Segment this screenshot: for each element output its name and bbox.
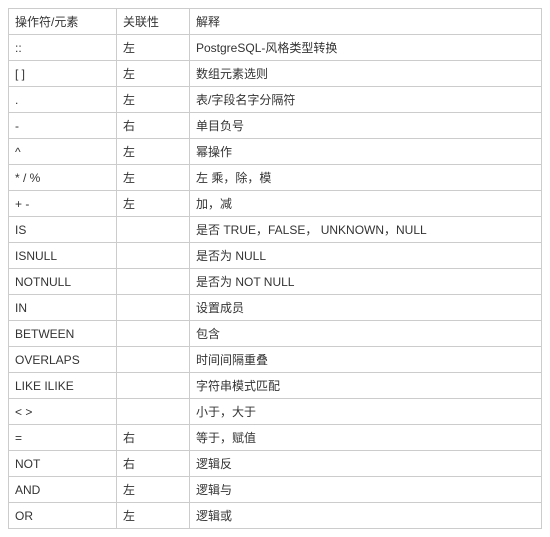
cell-associativity: 左 bbox=[117, 191, 190, 217]
cell-description: 表/字段名字分隔符 bbox=[190, 87, 542, 113]
cell-associativity bbox=[117, 347, 190, 373]
cell-associativity: 左 bbox=[117, 165, 190, 191]
table-row: IS 是否 TRUE，FALSE， UNKNOWN，NULL bbox=[9, 217, 542, 243]
cell-associativity: 左 bbox=[117, 139, 190, 165]
cell-operator: OVERLAPS bbox=[9, 347, 117, 373]
table-row: BETWEEN 包含 bbox=[9, 321, 542, 347]
cell-description: 数组元素选则 bbox=[190, 61, 542, 87]
cell-operator: ^ bbox=[9, 139, 117, 165]
cell-operator: IS bbox=[9, 217, 117, 243]
cell-associativity: 右 bbox=[117, 113, 190, 139]
cell-description: 是否 TRUE，FALSE， UNKNOWN，NULL bbox=[190, 217, 542, 243]
cell-description: 幂操作 bbox=[190, 139, 542, 165]
cell-associativity bbox=[117, 321, 190, 347]
cell-description: 包含 bbox=[190, 321, 542, 347]
cell-description: 逻辑或 bbox=[190, 503, 542, 529]
cell-associativity bbox=[117, 373, 190, 399]
cell-description: PostgreSQL-风格类型转换 bbox=[190, 35, 542, 61]
header-operator: 操作符/元素 bbox=[9, 9, 117, 35]
cell-operator: = bbox=[9, 425, 117, 451]
cell-operator: BETWEEN bbox=[9, 321, 117, 347]
cell-description: 小于，大于 bbox=[190, 399, 542, 425]
table-row: ^左幂操作 bbox=[9, 139, 542, 165]
cell-description: 时间间隔重叠 bbox=[190, 347, 542, 373]
cell-associativity: 右 bbox=[117, 425, 190, 451]
cell-description: 字符串模式匹配 bbox=[190, 373, 542, 399]
table-row: NOT右逻辑反 bbox=[9, 451, 542, 477]
table-row: [ ]左数组元素选则 bbox=[9, 61, 542, 87]
cell-associativity bbox=[117, 217, 190, 243]
cell-associativity: 左 bbox=[117, 477, 190, 503]
cell-operator: < > bbox=[9, 399, 117, 425]
cell-operator: OR bbox=[9, 503, 117, 529]
header-description: 解释 bbox=[190, 9, 542, 35]
table-row: LIKE ILIKE 字符串模式匹配 bbox=[9, 373, 542, 399]
cell-operator: :: bbox=[9, 35, 117, 61]
cell-description: 单目负号 bbox=[190, 113, 542, 139]
cell-description: 逻辑与 bbox=[190, 477, 542, 503]
cell-description: 设置成员 bbox=[190, 295, 542, 321]
cell-operator: * / % bbox=[9, 165, 117, 191]
cell-operator: [ ] bbox=[9, 61, 117, 87]
table-row: < > 小于，大于 bbox=[9, 399, 542, 425]
cell-description: 逻辑反 bbox=[190, 451, 542, 477]
table-row: =右等于，赋值 bbox=[9, 425, 542, 451]
table-row: + -左加，减 bbox=[9, 191, 542, 217]
cell-operator: + - bbox=[9, 191, 117, 217]
table-row: -右单目负号 bbox=[9, 113, 542, 139]
cell-operator: . bbox=[9, 87, 117, 113]
cell-associativity bbox=[117, 399, 190, 425]
table-row: AND左逻辑与 bbox=[9, 477, 542, 503]
header-associativity: 关联性 bbox=[117, 9, 190, 35]
table-row: OR左逻辑或 bbox=[9, 503, 542, 529]
cell-description: 左 乘，除，模 bbox=[190, 165, 542, 191]
cell-operator: NOT bbox=[9, 451, 117, 477]
table-row: IN 设置成员 bbox=[9, 295, 542, 321]
cell-associativity: 左 bbox=[117, 35, 190, 61]
cell-description: 等于，赋值 bbox=[190, 425, 542, 451]
table-header-row: 操作符/元素 关联性 解释 bbox=[9, 9, 542, 35]
table-row: ISNULL 是否为 NULL bbox=[9, 243, 542, 269]
cell-associativity bbox=[117, 243, 190, 269]
cell-operator: ISNULL bbox=[9, 243, 117, 269]
cell-operator: NOTNULL bbox=[9, 269, 117, 295]
cell-operator: AND bbox=[9, 477, 117, 503]
cell-operator: IN bbox=[9, 295, 117, 321]
cell-associativity: 左 bbox=[117, 87, 190, 113]
cell-associativity: 右 bbox=[117, 451, 190, 477]
table-row: .左表/字段名字分隔符 bbox=[9, 87, 542, 113]
table-row: ::左PostgreSQL-风格类型转换 bbox=[9, 35, 542, 61]
cell-associativity bbox=[117, 295, 190, 321]
cell-associativity bbox=[117, 269, 190, 295]
table-row: NOTNULL 是否为 NOT NULL bbox=[9, 269, 542, 295]
table-row: OVERLAPS 时间间隔重叠 bbox=[9, 347, 542, 373]
cell-description: 是否为 NOT NULL bbox=[190, 269, 542, 295]
cell-associativity: 左 bbox=[117, 61, 190, 87]
cell-description: 是否为 NULL bbox=[190, 243, 542, 269]
cell-operator: LIKE ILIKE bbox=[9, 373, 117, 399]
cell-associativity: 左 bbox=[117, 503, 190, 529]
cell-description: 加，减 bbox=[190, 191, 542, 217]
operator-precedence-table: 操作符/元素 关联性 解释 ::左PostgreSQL-风格类型转换[ ]左数组… bbox=[8, 8, 542, 529]
table-row: * / %左左 乘，除，模 bbox=[9, 165, 542, 191]
cell-operator: - bbox=[9, 113, 117, 139]
